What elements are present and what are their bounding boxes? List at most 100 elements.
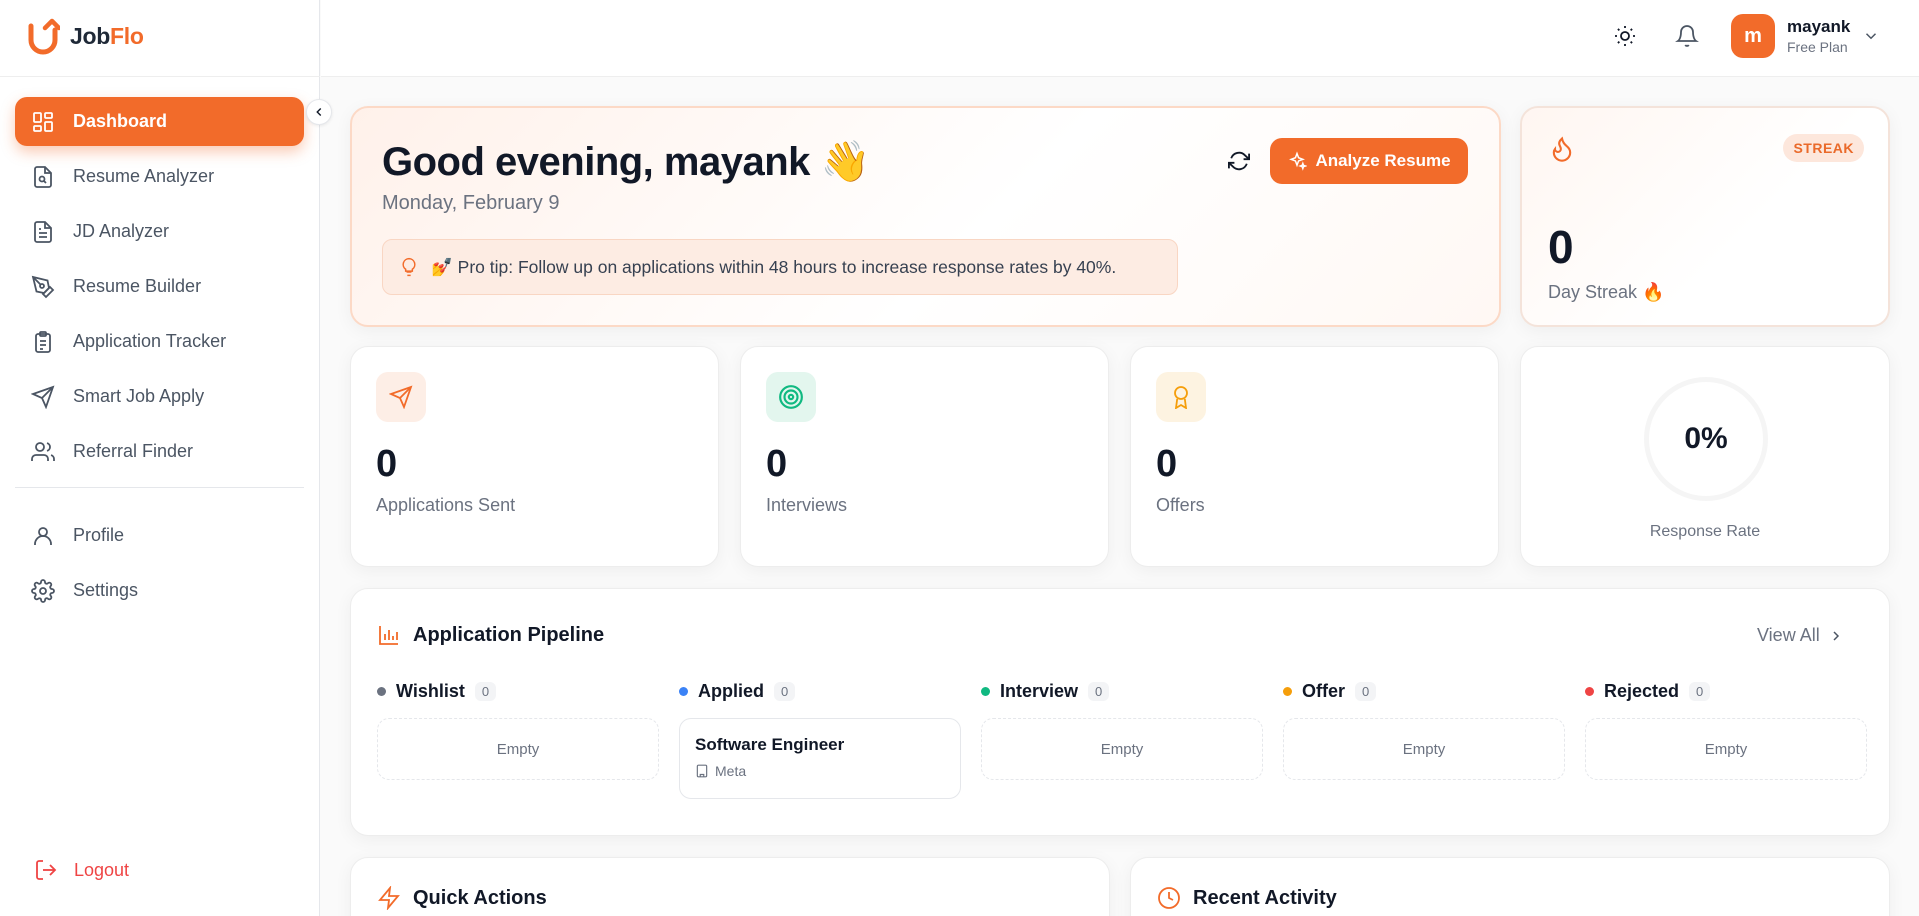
sidebar-item-smart-job-apply[interactable]: Smart Job Apply [15, 372, 304, 421]
sidebar-item-resume-builder[interactable]: Resume Builder [15, 262, 304, 311]
status-dot [377, 686, 386, 696]
column-header: Interview 0 [981, 679, 1263, 703]
stat-icon-container [766, 372, 816, 422]
column-count: 0 [474, 681, 497, 701]
refresh-button[interactable] [1226, 148, 1252, 174]
user-name: mayank [1787, 17, 1851, 36]
column-count: 0 [1088, 681, 1110, 701]
sidebar-item-label: JD Analyzer [73, 221, 170, 241]
column-count: 0 [1689, 681, 1711, 701]
flame-icon [1552, 136, 1572, 162]
stat-card-interviews: 0 Interviews [740, 346, 1109, 567]
logout-label: Logout [74, 859, 130, 880]
sidebar-item-label: Settings [73, 580, 139, 600]
sidebar-item-label: Dashboard [73, 111, 168, 131]
analyze-resume-label: Analyze Resume [1315, 151, 1451, 170]
pipeline-header: Application Pipeline [377, 623, 604, 647]
stat-label: Interviews [766, 495, 848, 515]
sidebar-nav: Dashboard Resume Analyzer JD Analyzer Re… [15, 97, 304, 621]
sidebar-header-divider [0, 76, 320, 77]
streak-card: STREAK 0 Day Streak 🔥 [1520, 106, 1890, 327]
column-header: Offer 0 [1283, 679, 1565, 703]
column-name: Rejected [1604, 680, 1680, 701]
target-icon [779, 385, 803, 409]
recent-activity-header: Recent Activity [1157, 886, 1337, 910]
sidebar-item-profile[interactable]: Profile [15, 511, 304, 560]
pipeline-column-interview: Interview 0 Empty [981, 679, 1263, 799]
user-icon [34, 526, 52, 545]
empty-placeholder: Empty [1585, 718, 1867, 780]
sidebar-item-jd-analyzer[interactable]: JD Analyzer [15, 207, 304, 256]
logout-icon [36, 860, 57, 880]
sidebar-item-referral-finder[interactable]: Referral Finder [15, 427, 304, 476]
user-menu[interactable]: m mayank Free Plan [1731, 14, 1880, 58]
lightning-icon [378, 886, 400, 910]
users-icon [31, 441, 55, 461]
sparkles-icon [1289, 151, 1308, 171]
streak-label: Day Streak 🔥 [1548, 282, 1665, 302]
streak-value: 0 [1548, 221, 1574, 273]
refresh-icon [1228, 151, 1250, 171]
column-header: Rejected 0 [1585, 679, 1867, 703]
logo-text: JobFlo [70, 22, 144, 49]
analyze-resume-button[interactable]: Analyze Resume [1270, 138, 1468, 184]
stat-card-applications: 0 Applications Sent [350, 346, 719, 567]
status-dot [679, 686, 688, 696]
pen-tool-icon [31, 275, 55, 298]
send-icon [389, 385, 413, 409]
lightbulb-icon [402, 257, 416, 277]
quick-actions-header: Quick Actions [377, 886, 547, 910]
column-count: 0 [774, 681, 796, 701]
send-icon [31, 385, 55, 409]
column-name: Offer [1302, 680, 1346, 701]
job-company: Meta [695, 763, 945, 779]
pipeline-column-rejected: Rejected 0 Empty [1585, 679, 1867, 799]
pipeline-column-wishlist: Wishlist 0 Empty [377, 679, 659, 799]
current-date: Monday, February 9 [382, 192, 560, 214]
logout-button[interactable]: Logout [34, 858, 129, 882]
pro-tip-text: 💅 Pro tip: Follow up on applications wit… [431, 256, 1117, 277]
recent-activity-title: Recent Activity [1193, 886, 1337, 909]
file-text-icon [34, 220, 52, 243]
view-all-link[interactable]: View All [1757, 625, 1844, 646]
sidebar-item-application-tracker[interactable]: Application Tracker [15, 317, 304, 366]
sidebar-item-label: Referral Finder [73, 441, 194, 461]
sidebar-item-resume-analyzer[interactable]: Resume Analyzer [15, 152, 304, 201]
sidebar-item-label: Smart Job Apply [73, 386, 205, 406]
award-icon [1174, 386, 1188, 409]
user-plan: Free Plan [1787, 39, 1848, 55]
response-rate-card: 0% Response Rate [1520, 346, 1890, 567]
notifications-button[interactable] [1673, 22, 1701, 50]
status-dot [1283, 686, 1292, 696]
clock-icon [1158, 887, 1180, 909]
pipeline-columns: Wishlist 0 Empty Applied 0 Software Engi… [377, 679, 1867, 799]
job-card[interactable]: Software Engineer Meta [679, 718, 961, 799]
streak-badge: STREAK [1783, 134, 1864, 162]
stat-value: 0 [1156, 443, 1178, 485]
sidebar-item-settings[interactable]: Settings [15, 566, 304, 615]
column-name: Interview [1000, 680, 1079, 701]
sidebar-collapse-button[interactable] [306, 99, 332, 125]
pro-tip-banner: 💅 Pro tip: Follow up on applications wit… [382, 239, 1178, 295]
column-name: Applied [698, 680, 764, 701]
application-pipeline-card: Application Pipeline View All Wishlist 0… [350, 588, 1890, 836]
sun-icon [1615, 26, 1635, 46]
app-logo[interactable]: JobFlo [26, 16, 144, 56]
sidebar-item-label: Resume Builder [73, 276, 202, 296]
greeting-card: Good evening, mayank 👋 Monday, February … [350, 106, 1501, 327]
sidebar-item-label: Application Tracker [73, 331, 227, 351]
pipeline-title: Application Pipeline [413, 623, 605, 646]
stat-icon-container [376, 372, 426, 422]
column-header: Wishlist 0 [377, 679, 659, 703]
column-count: 0 [1355, 681, 1377, 701]
recent-activity-card: Recent Activity [1130, 857, 1890, 916]
building-icon [696, 764, 708, 778]
stat-value: 0 [766, 443, 788, 485]
chevron-left-icon [316, 108, 322, 116]
empty-placeholder: Empty [981, 718, 1263, 780]
theme-toggle-button[interactable] [1611, 22, 1639, 50]
column-header: Applied 0 [679, 679, 961, 703]
sidebar-item-dashboard[interactable]: Dashboard [15, 97, 304, 146]
bell-icon [1675, 25, 1699, 47]
empty-placeholder: Empty [377, 718, 659, 780]
